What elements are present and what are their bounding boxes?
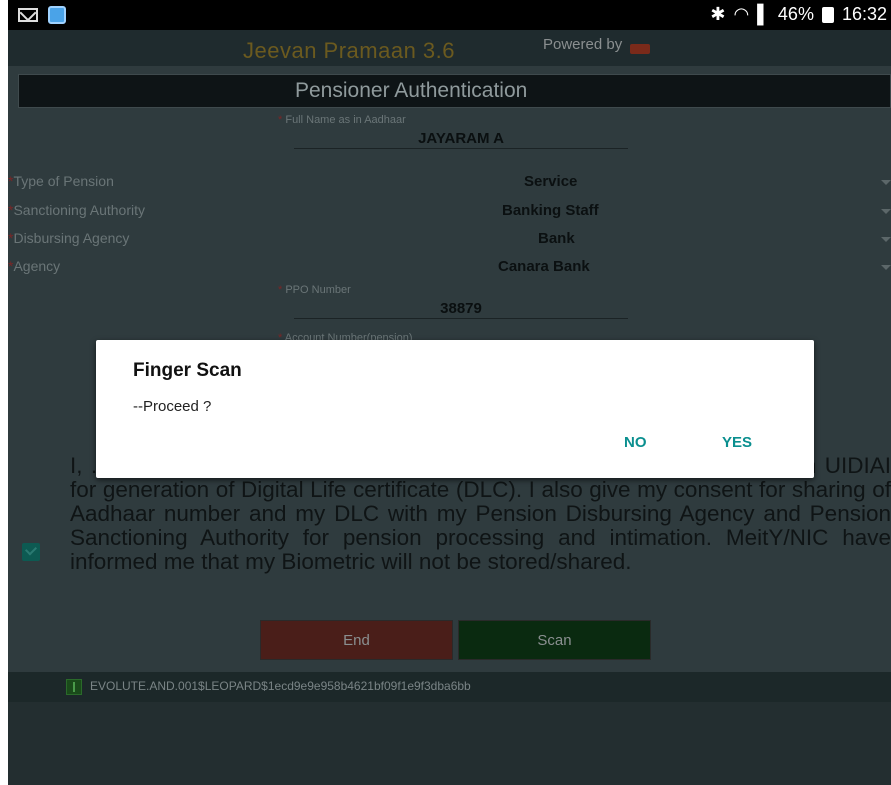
yes-button[interactable]: YES: [714, 430, 760, 455]
app-icon: [48, 6, 66, 24]
agency-label: *Agency: [8, 258, 61, 274]
bluetooth-icon: ✱: [710, 4, 726, 24]
full-name-field[interactable]: JAYARAM A: [294, 130, 628, 147]
end-button[interactable]: End: [260, 620, 453, 660]
app-title-bar: Jeevan Pramaan 3.6 Powered by: [8, 30, 891, 66]
finger-scan-dialog: Finger Scan --Proceed ? NO YES: [96, 340, 814, 478]
chevron-down-icon: [881, 180, 891, 185]
type-of-pension-value: Service: [524, 173, 578, 190]
footer-area: [8, 702, 891, 785]
phone-screen: ✱ ◠ ▌ 46% 16:32 Jeevan Pramaan 3.6 Power…: [8, 0, 891, 785]
dialog-title: Finger Scan: [133, 360, 242, 381]
usb-icon: [66, 679, 82, 695]
type-of-pension-label: *Type of Pension: [8, 173, 114, 189]
full-name-underline: [294, 148, 628, 149]
page-title: Pensioner Authentication: [295, 79, 528, 102]
sanctioning-authority-dropdown[interactable]: Banking Staff: [358, 202, 891, 222]
signal-icon: ▌: [757, 4, 770, 24]
scan-button[interactable]: Scan: [458, 620, 651, 660]
disbursing-agency-dropdown[interactable]: Bank: [358, 230, 891, 250]
ppo-number-label: * PPO Number: [278, 284, 351, 296]
battery-icon: [821, 6, 834, 23]
device-status-bar: EVOLUTE.AND.001$LEOPARD$1ecd9e9e958b4621…: [8, 672, 891, 702]
agency-dropdown[interactable]: Canara Bank: [358, 258, 891, 278]
ppo-number-underline: [294, 318, 628, 319]
disbursing-agency-label: *Disbursing Agency: [8, 230, 130, 246]
device-id: EVOLUTE.AND.001$LEOPARD$1ecd9e9e958b4621…: [90, 679, 471, 693]
powered-by: Powered by: [543, 36, 623, 53]
powered-by-logo: [630, 44, 650, 54]
consent-checkbox[interactable]: [22, 543, 40, 561]
type-of-pension-dropdown[interactable]: Service: [358, 173, 891, 193]
page-header: Pensioner Authentication: [18, 74, 891, 108]
battery-level: 46%: [777, 4, 814, 24]
app-title: Jeevan Pramaan 3.6: [243, 38, 456, 63]
full-name-label: * Full Name as in Aadhaar: [278, 114, 406, 126]
chevron-down-icon: [881, 265, 891, 270]
chevron-down-icon: [881, 237, 891, 242]
sanctioning-authority-label: *Sanctioning Authority: [8, 202, 145, 218]
agency-value: Canara Bank: [498, 258, 590, 275]
chevron-down-icon: [881, 209, 891, 214]
wifi-icon: ◠: [733, 4, 750, 24]
disbursing-agency-value: Bank: [538, 230, 575, 247]
ppo-number-field[interactable]: 38879: [294, 300, 628, 317]
mail-icon: [18, 8, 38, 22]
no-button[interactable]: NO: [616, 430, 655, 455]
clock: 16:32: [841, 4, 887, 24]
dialog-message: --Proceed ?: [133, 398, 212, 415]
sanctioning-authority-value: Banking Staff: [502, 202, 599, 219]
status-bar: ✱ ◠ ▌ 46% 16:32: [8, 0, 891, 30]
